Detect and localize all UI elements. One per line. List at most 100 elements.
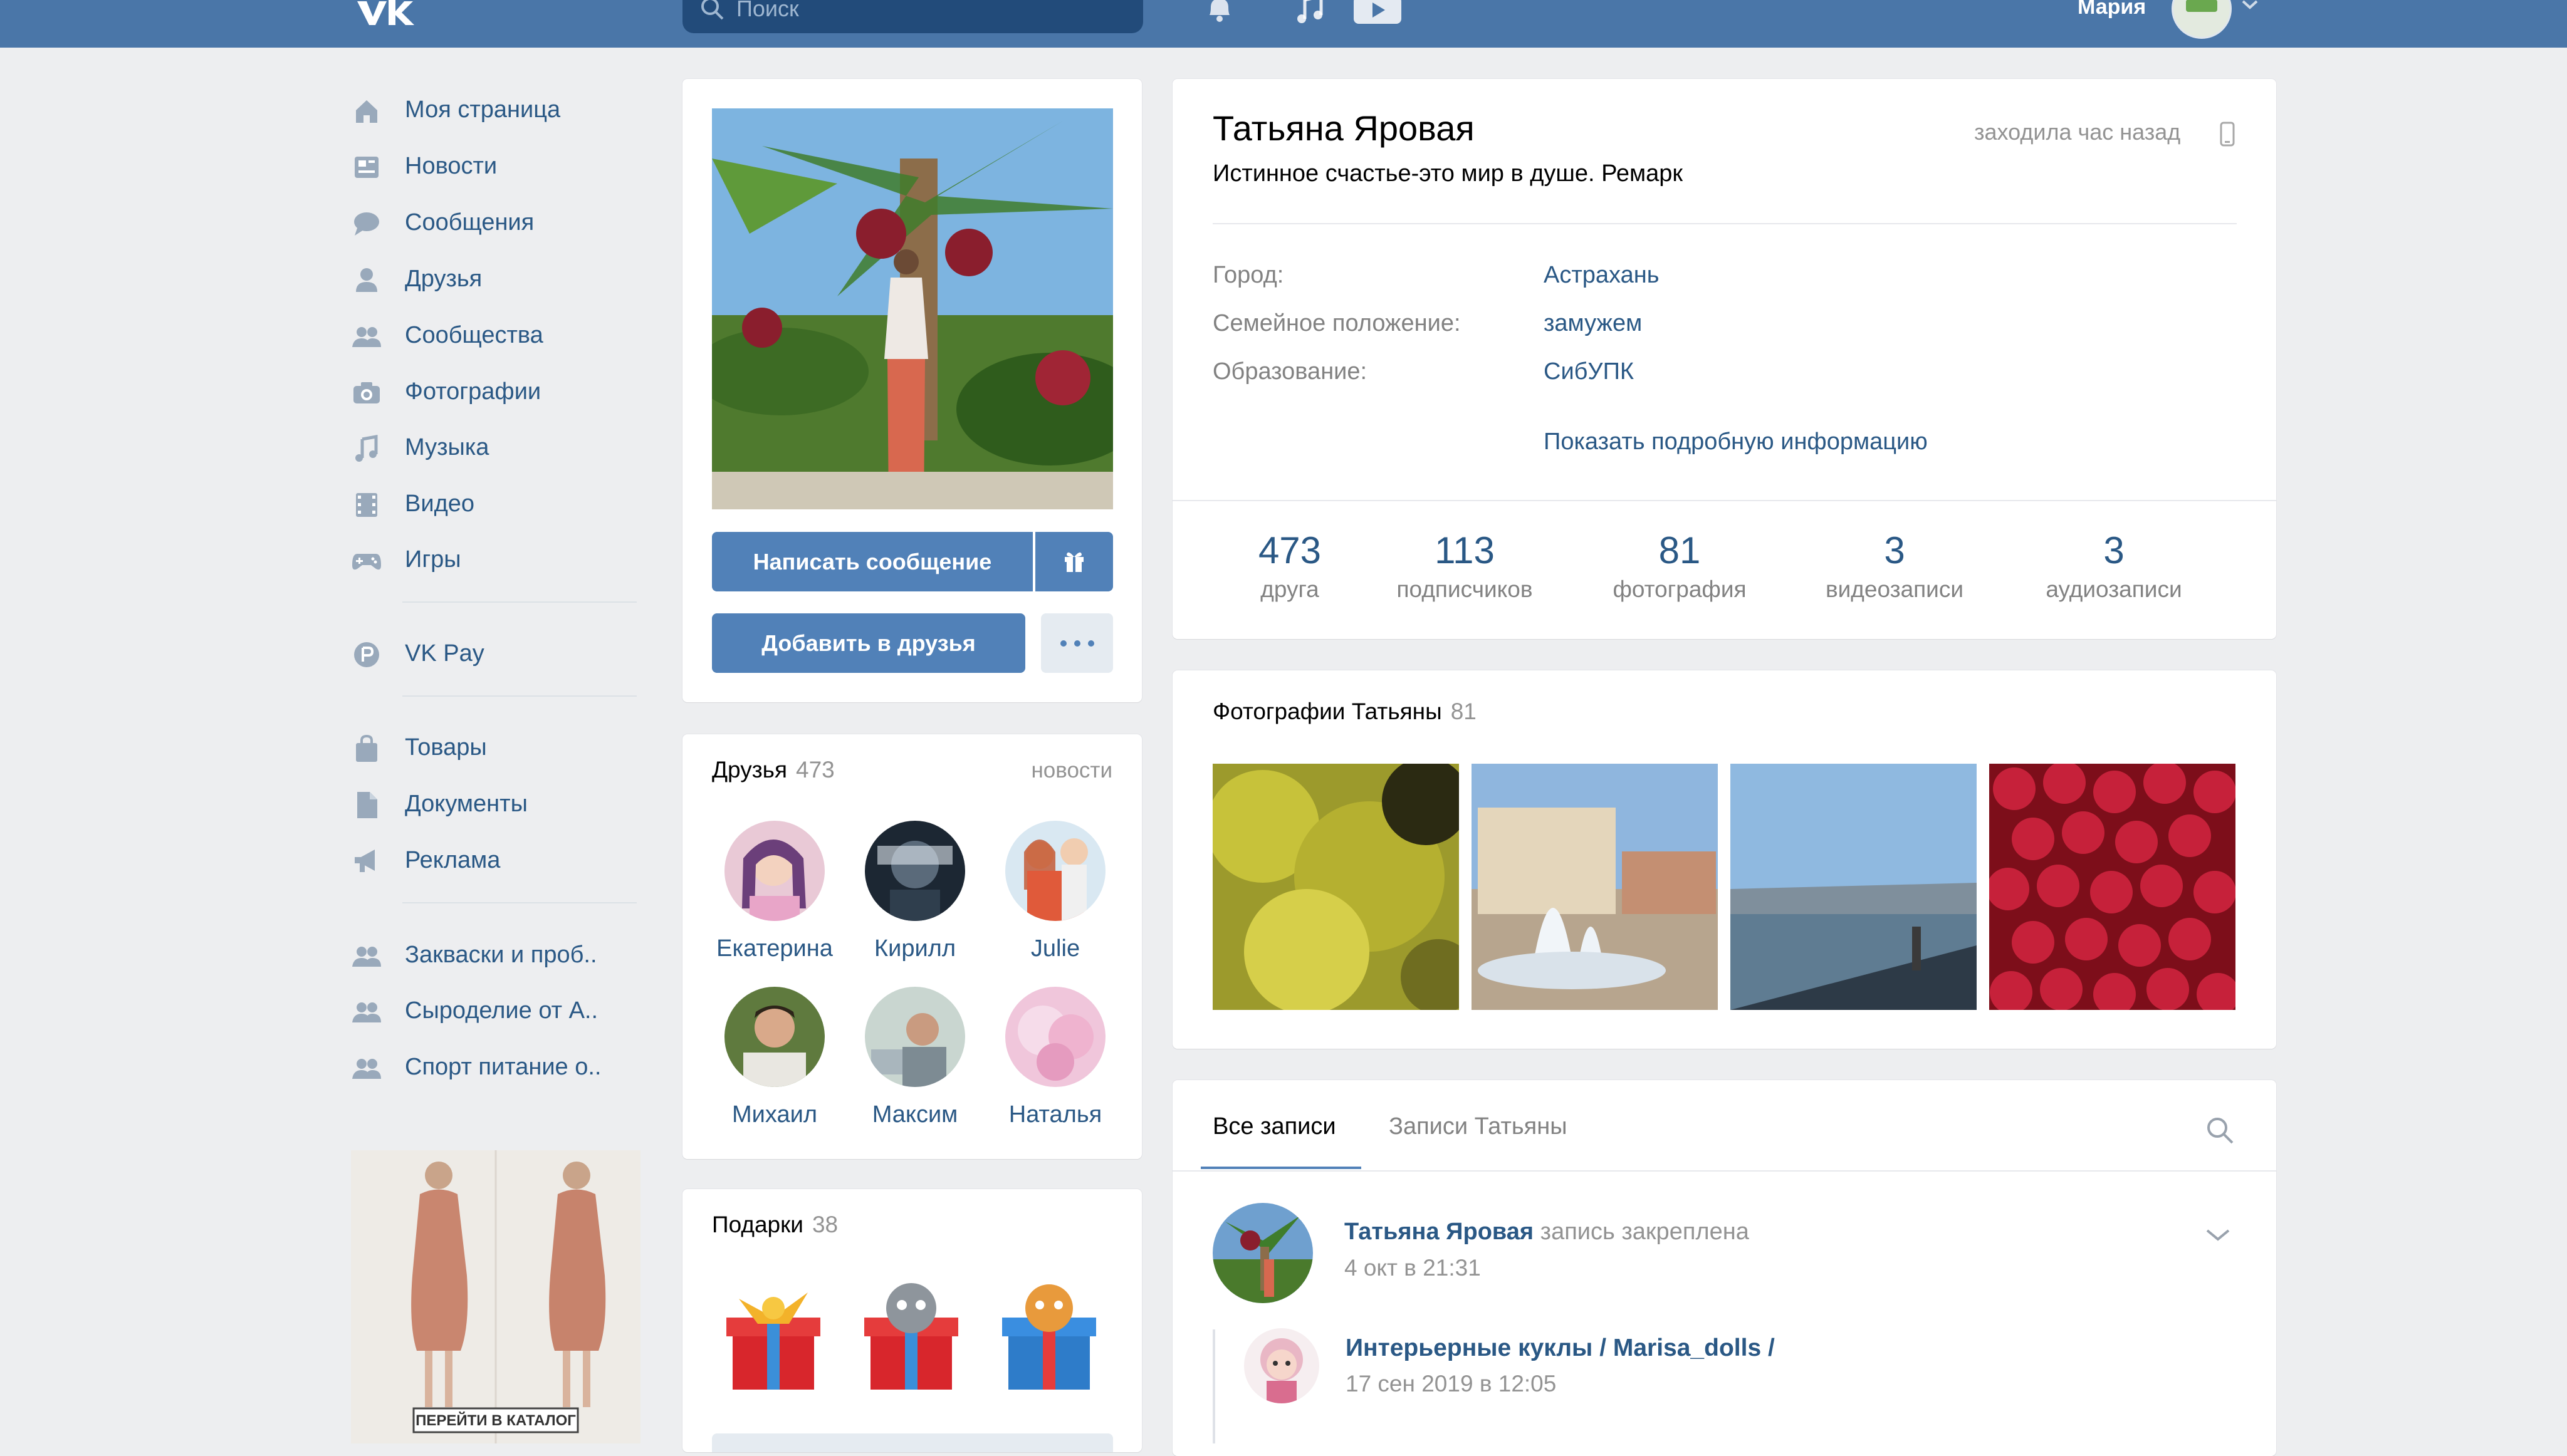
sidebar-item-label: Музыка [405,434,489,460]
friend-item[interactable]: Julie [990,821,1121,977]
gift-item[interactable] [714,1274,833,1396]
post-options-chevron-icon[interactable] [2205,1228,2231,1243]
friend-item[interactable]: Екатерина [709,821,840,977]
sidebar-item[interactable]: Игры [348,538,637,575]
gift-icon [1065,552,1084,573]
friend-item[interactable]: Максим [849,987,981,1143]
group-icon [352,1059,381,1079]
ad-banner[interactable]: ПЕРЕЙТИ В КАТАЛОГ [351,1150,640,1443]
tab-own-posts[interactable]: Записи Татьяны [1389,1113,1567,1140]
friends-title-text: Друзья [712,757,787,783]
post-header: Татьяна Яровая запись закреплена [1344,1219,1749,1245]
sidebar-item-label: Новости [405,153,498,179]
sidebar-item[interactable]: Новости [348,144,637,182]
sidebar-item[interactable]: VK Pay [348,632,637,669]
counter-videos[interactable]: 3 видеозаписи [1791,528,1998,605]
search-input[interactable]: Поиск [682,0,1143,33]
sidebar-item[interactable]: Фотографии [348,370,637,407]
post-author-name[interactable]: Татьяна Яровая [1344,1219,1534,1245]
search-icon [701,0,724,20]
photo-thumbnail[interactable] [1730,764,1977,1010]
write-message-button[interactable]: Написать сообщение [712,532,1033,591]
vkpay-icon [354,642,379,667]
sidebar-item[interactable]: Сыроделие от А.. [348,989,637,1026]
repost-date[interactable]: 17 сен 2019 в 12:05 [1346,1371,1556,1397]
counter-audio[interactable]: 3 аудиозаписи [2010,528,2217,605]
sidebar-item-label: Моя страница [405,96,561,123]
last-seen: заходила час назад [1974,119,2181,145]
header-avatar[interactable] [2172,0,2232,39]
photos-count: 81 [1450,699,1477,724]
communities-icon [352,327,381,347]
friend-avatar [865,987,965,1087]
more-dots-icon [1060,640,1094,647]
sidebar-item-label: Реклама [405,847,501,873]
sidebar-item[interactable]: Документы [348,782,637,819]
photo-thumbnail[interactable] [1213,764,1459,1010]
sidebar-item[interactable]: Спорт питание о.. [348,1045,637,1083]
gift-item[interactable] [990,1274,1109,1396]
vk-logo-icon[interactable] [354,0,417,26]
gift-item[interactable] [852,1274,971,1396]
sidebar-item[interactable]: Сообщения [348,200,637,238]
info-city-value[interactable]: Астрахань [1544,262,1660,289]
friend-name: Наталья [1008,1101,1102,1128]
photos-title[interactable]: Фотографии Татьяны 81 [1213,699,1477,725]
info-city-label: Город: [1213,262,1284,288]
gifts-card: Подарки 38 [682,1189,1142,1452]
post-date[interactable]: 4 окт в 21:31 [1344,1255,1481,1281]
play-icon[interactable] [1352,0,1403,26]
photo-thumbnail[interactable] [1472,764,1718,1010]
header-user-name[interactable]: Мария [2078,0,2146,19]
sidebar-item[interactable]: Закваски и проб.. [348,933,637,970]
counter-followers[interactable]: 113 подписчиков [1361,528,1568,605]
counter-number: 81 [1658,529,1701,571]
repost-source-name[interactable]: Интерьерные куклы / Marisa_dolls / [1346,1334,1775,1362]
sidebar-item[interactable]: Сообщества [348,313,637,351]
sidebar-item[interactable]: Моя страница [348,88,637,125]
repost-source-avatar[interactable] [1244,1328,1319,1403]
post-author-avatar[interactable] [1213,1203,1313,1303]
counter-photos[interactable]: 81 фотография [1576,528,1783,605]
gifts-title[interactable]: Подарки 38 [712,1212,838,1238]
friends-title[interactable]: Друзья 473 [712,757,835,783]
news-icon [355,157,379,178]
sidebar-item[interactable]: Товары [348,725,637,763]
tab-all-posts[interactable]: Все записи [1213,1113,1336,1140]
sidebar-item[interactable]: Видео [348,482,637,519]
sidebar-item[interactable]: Музыка [348,425,637,463]
friend-item[interactable]: Михаил [709,987,840,1143]
bell-icon[interactable] [1202,0,1237,25]
photo-thumbnail[interactable] [1989,764,2235,1010]
sidebar-item[interactable]: Реклама [348,838,637,876]
chevron-down-icon[interactable] [2240,0,2259,11]
show-more-info-link[interactable]: Показать подробную информацию [1544,429,1928,455]
profile-name: Татьяна Яровая [1213,108,1475,148]
profile-photo[interactable] [712,108,1113,509]
counter-number: 113 [1435,529,1495,571]
counter-label: аудиозаписи [2046,576,2182,602]
add-friend-button[interactable]: Добавить в друзья [712,613,1025,673]
wall-card [1173,1080,2276,1456]
friends-news-link[interactable]: новости [1031,758,1112,783]
sidebar-item-label: Товары [405,734,487,761]
home-icon [356,100,377,123]
wall-search-icon[interactable] [2205,1115,2236,1147]
info-family-value[interactable]: замужем [1544,310,1642,337]
friend-avatar [1005,987,1106,1087]
send-gift-button[interactable] [1035,532,1113,591]
sidebar-item[interactable]: Друзья [348,257,637,294]
top-header: Поиск Мария [0,0,2567,48]
search-placeholder: Поиск [736,0,799,21]
music-icon [355,435,378,462]
friend-avatar [724,987,825,1087]
friend-item[interactable]: Кирилл [849,821,981,977]
gamepad-icon [352,554,381,570]
info-education-value[interactable]: СибУПК [1544,358,1634,385]
gifts-count: 38 [812,1212,839,1237]
gifts-more-button[interactable] [712,1433,1113,1452]
mobile-phone-icon [2220,122,2235,147]
music-icon[interactable] [1294,0,1329,25]
more-actions-button[interactable] [1041,613,1113,673]
friend-item[interactable]: Наталья [990,987,1121,1143]
